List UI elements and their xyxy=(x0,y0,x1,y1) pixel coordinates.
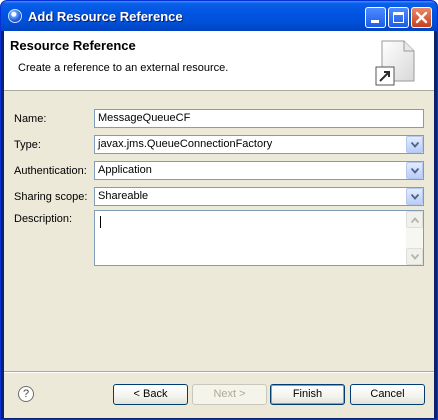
name-input[interactable]: MessageQueueCF xyxy=(94,109,424,128)
sharing-scope-dropdown-button[interactable] xyxy=(406,188,423,205)
type-dropdown-button[interactable] xyxy=(406,136,423,153)
help-icon: ? xyxy=(22,388,30,400)
app-icon xyxy=(8,9,22,23)
chevron-down-icon xyxy=(411,168,419,174)
finish-button[interactable]: Finish xyxy=(270,384,345,405)
close-button[interactable] xyxy=(411,7,432,28)
description-textarea[interactable] xyxy=(94,210,424,266)
page-title: Resource Reference xyxy=(10,38,136,53)
cancel-button[interactable]: Cancel xyxy=(350,384,425,405)
chevron-down-icon xyxy=(411,194,419,200)
help-button[interactable]: ? xyxy=(18,386,34,402)
sharing-scope-select-value: Shareable xyxy=(98,190,149,202)
window-title: Add Resource Reference xyxy=(28,9,183,24)
chevron-down-icon xyxy=(411,142,419,148)
page-description: Create a reference to an external resour… xyxy=(18,62,229,74)
back-button[interactable]: < Back xyxy=(113,384,188,405)
chevron-down-icon xyxy=(411,254,419,260)
dialog-body: Resource Reference Create a reference to… xyxy=(4,31,434,418)
maximize-icon xyxy=(393,12,404,23)
name-label: Name: xyxy=(14,113,47,125)
description-scrollbar[interactable] xyxy=(406,211,423,265)
scroll-up-button[interactable] xyxy=(406,211,423,228)
title-bar[interactable]: Add Resource Reference xyxy=(1,1,437,31)
text-caret xyxy=(100,216,101,228)
wizard-banner: Resource Reference Create a reference to… xyxy=(4,31,434,91)
scroll-down-button[interactable] xyxy=(406,248,423,265)
dialog-window: Add Resource Reference Resource Referenc… xyxy=(0,0,438,420)
authentication-label: Authentication: xyxy=(14,165,87,177)
sharing-scope-label: Sharing scope: xyxy=(14,191,88,203)
authentication-dropdown-button[interactable] xyxy=(406,162,423,179)
sharing-scope-select[interactable]: Shareable xyxy=(94,187,424,206)
minimize-icon xyxy=(371,20,379,23)
type-select-value: javax.jms.QueueConnectionFactory xyxy=(98,138,273,150)
authentication-select-value: Application xyxy=(98,164,152,176)
minimize-button[interactable] xyxy=(365,7,386,28)
description-label: Description: xyxy=(14,213,73,225)
type-select[interactable]: javax.jms.QueueConnectionFactory xyxy=(94,135,424,154)
new-resource-wizard-icon xyxy=(375,40,415,86)
chevron-up-icon xyxy=(411,217,419,223)
maximize-button[interactable] xyxy=(388,7,409,28)
close-icon xyxy=(415,11,428,24)
button-bar-separator xyxy=(4,371,434,373)
type-label: Type: xyxy=(14,139,41,151)
next-button[interactable]: Next > xyxy=(192,384,267,405)
authentication-select[interactable]: Application xyxy=(94,161,424,180)
